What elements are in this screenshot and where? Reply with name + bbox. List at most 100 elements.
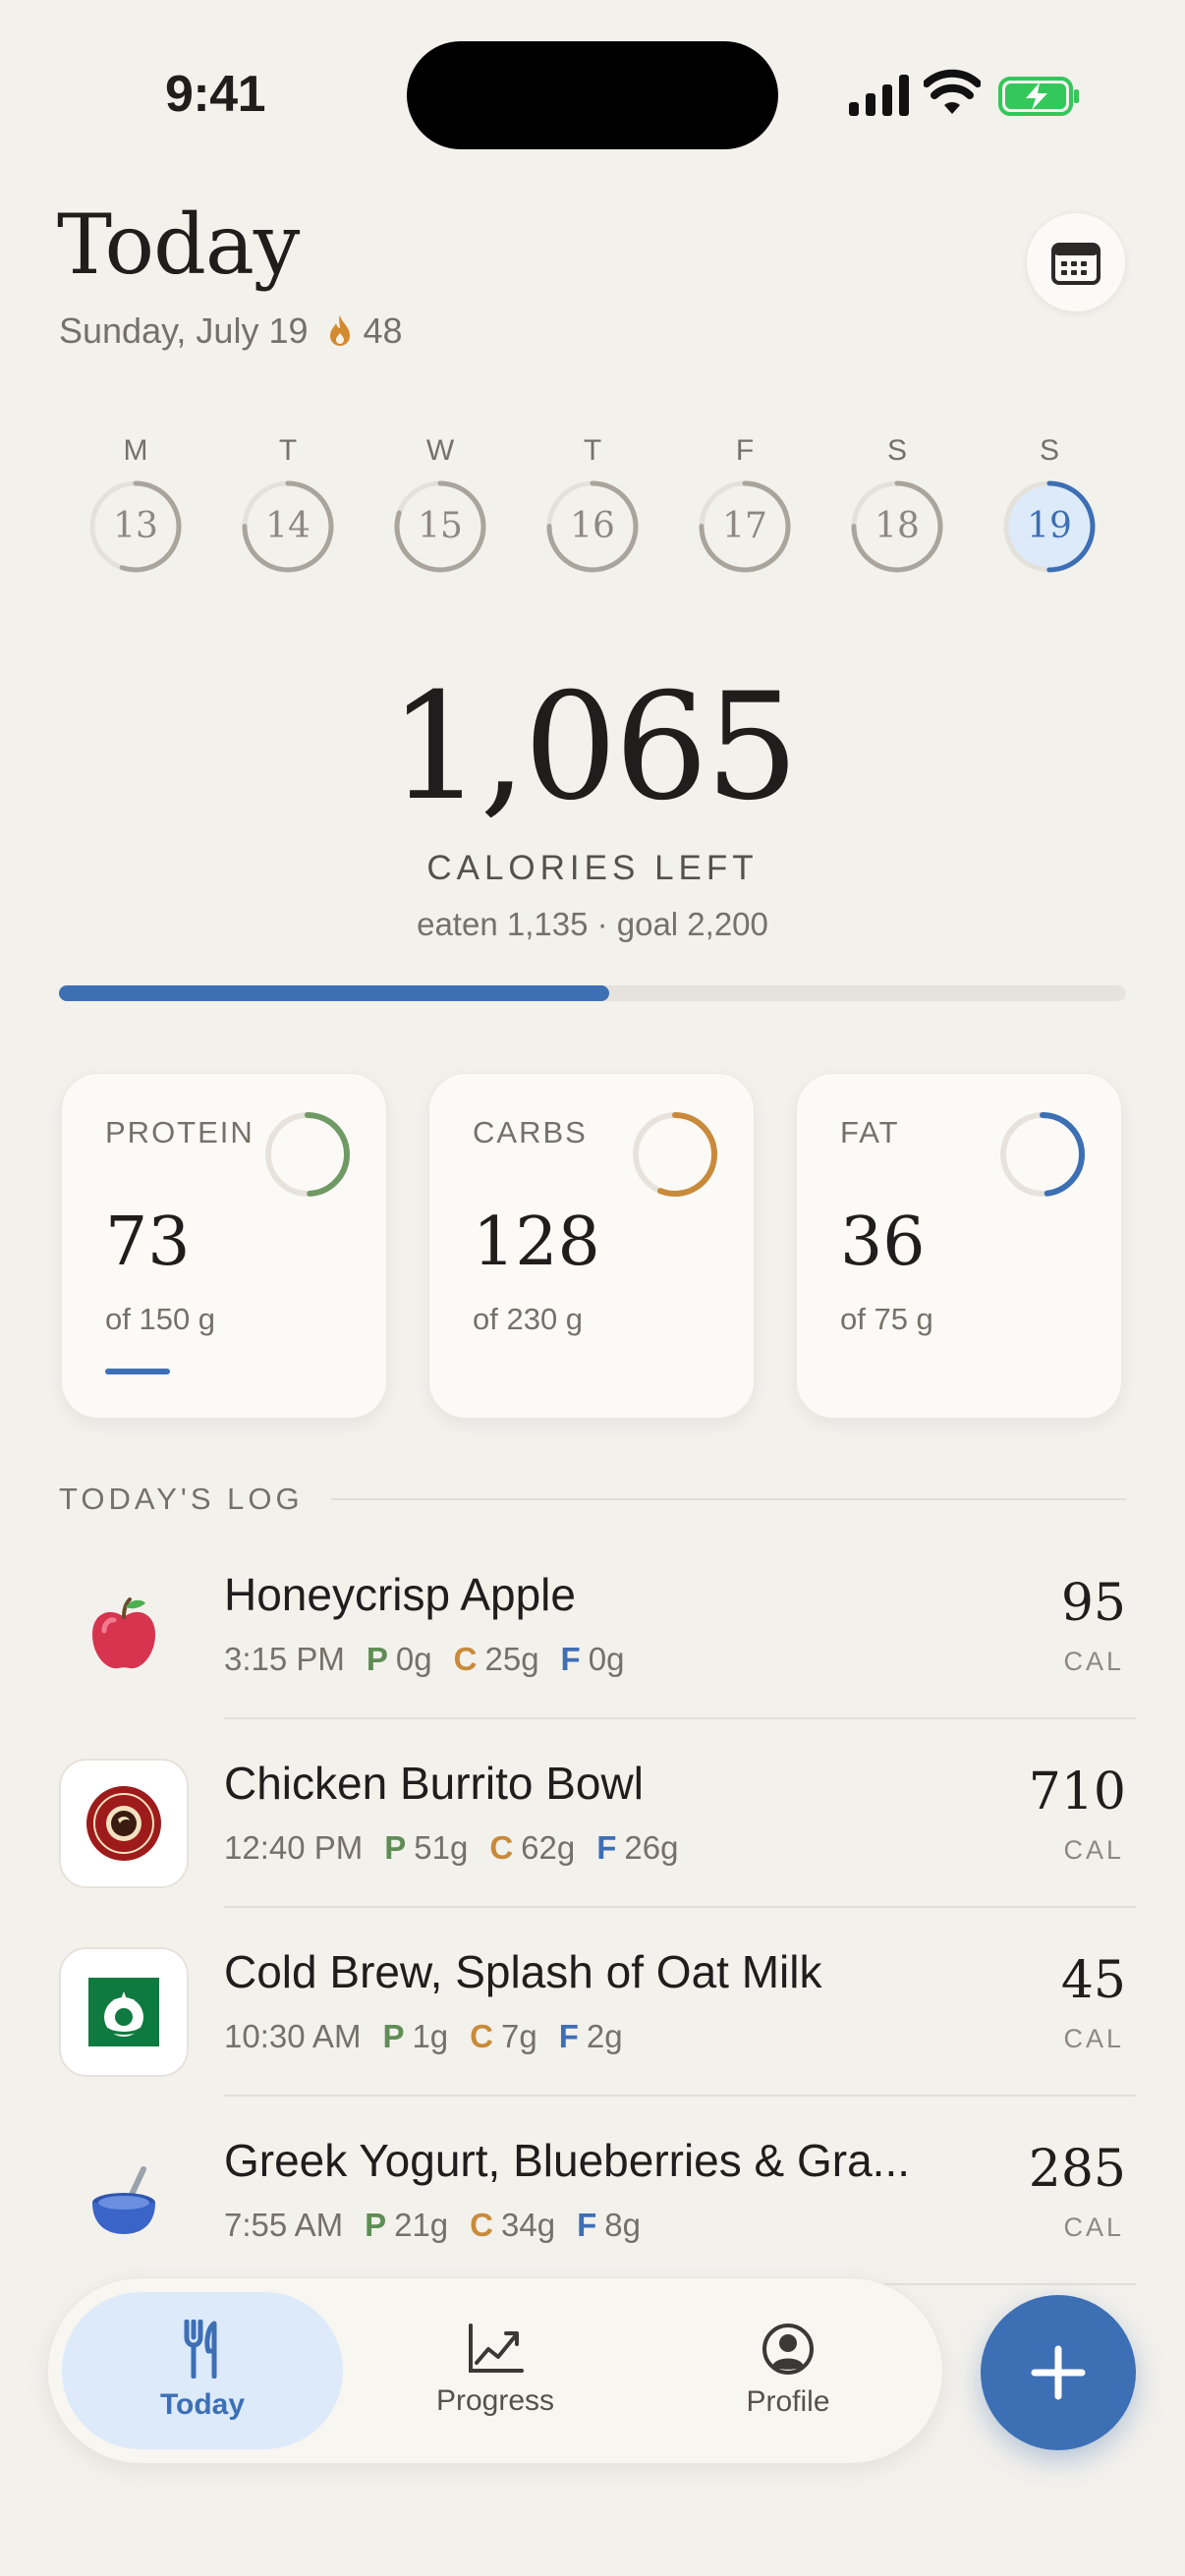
battery-charging-icon [998,77,1079,116]
tab-label: Profile [746,2385,830,2418]
log-section-header: TODAY'S LOG [59,1480,1126,1519]
log-item-honeycrisp-apple[interactable]: Honeycrisp Apple 3:15 PM P 0g C 25g F 0g 95… [0,1531,1185,1719]
fat-amount: F 0g [561,1641,625,1678]
macro-name: CARBS [473,1115,588,1149]
week-day-14[interactable]: T 14 [229,428,347,595]
log-item-meta: 12:40 PM P 51g C 62g F 26g [224,1829,678,1867]
macro-goal: of 75 g [840,1302,933,1336]
log-item-time: 12:40 PM [224,1829,364,1866]
day-progress-ring: 14 [239,477,337,576]
fat-amount: F 8g [577,2207,641,2244]
macro-value: 128 [473,1204,600,1281]
log-item-name: Cold Brew, Splash of Oat Milk [224,1946,822,1997]
date-line: Sunday, July 19 48 [59,310,403,352]
calories-left-label: CALORIES LEFT [426,849,759,887]
calorie-unit: CAL [1063,1835,1124,1865]
week-strip: M 13 T 14 W 15 T 16 F 17 S 18 S 19 [77,428,1108,595]
protein-value: 51g [414,1829,469,1866]
fat-letter: F [596,1829,617,1866]
chart-icon [469,2324,524,2373]
macro-card-protein[interactable]: PROTEIN 73 of 150 g [61,1073,387,1419]
carbs-amount: C 7g [470,2018,537,2055]
log-title: TODAY'S LOG [59,1482,304,1516]
fat-progress-ring [1000,1112,1085,1197]
week-day-18[interactable]: S 18 [838,428,956,595]
protein-amount: P 1g [382,2018,448,2055]
macro-name: FAT [840,1115,900,1149]
log-item-calories: 95 [1060,1574,1126,1633]
streak-badge: 48 [326,310,403,352]
protein-value: 1g [412,2018,449,2054]
log-item-time: 10:30 AM [224,2018,362,2054]
log-item-time: 7:55 AM [224,2207,344,2243]
week-day-19[interactable]: S 19 [990,428,1108,595]
add-food-button[interactable] [981,2295,1136,2450]
carbs-amount: C 62g [489,1829,575,1867]
week-day-13[interactable]: M 13 [77,428,195,595]
apple-icon [59,1570,189,1700]
day-number: 15 [418,506,463,546]
protein-amount: P 51g [384,1829,468,1867]
protein-letter: P [382,2018,405,2054]
log-item-calories: 710 [1028,1763,1126,1821]
flame-icon [329,315,350,346]
protein-value: 21g [394,2207,449,2243]
log-item-calories: 45 [1060,1951,1126,2010]
tab-today[interactable]: Today [62,2292,343,2449]
tab-progress[interactable]: Progress [355,2292,636,2449]
macro-card-carbs[interactable]: CARBS 128 of 230 g [428,1073,755,1419]
calendar-button[interactable] [1026,212,1126,312]
fat-letter: F [558,2018,579,2054]
log-item-meta: 7:55 AM P 21g C 34g F 8g [224,2207,641,2244]
starbucks-logo [59,1947,189,2077]
status-bar: 9:41 [0,0,1185,187]
log-item-name: Honeycrisp Apple [224,1569,576,1620]
macro-card-fat[interactable]: FAT 36 of 75 g [796,1073,1122,1419]
log-item-greek-yogurt[interactable]: Greek Yogurt, Blueberries & Gra... 7:55 … [0,2097,1185,2285]
protein-letter: P [365,2207,387,2243]
day-letter: W [425,434,455,467]
status-time: 9:41 [165,66,266,123]
carbs-letter: C [453,1641,478,1677]
log-item-meta: 3:15 PM P 0g C 25g F 0g [224,1641,624,1678]
page-title: Today [57,196,300,293]
calorie-progress-fill [59,985,610,1001]
protein-letter: P [384,1829,407,1866]
macro-name: PROTEIN [105,1115,254,1149]
calorie-progress-bar [59,985,1126,1001]
fat-value: 2g [586,2018,623,2054]
carbs-letter: C [470,2018,494,2054]
macro-goal: of 230 g [473,1302,584,1336]
day-progress-ring: 19 [1000,477,1099,576]
streak-count: 48 [363,310,403,351]
week-day-15[interactable]: W 15 [381,428,499,595]
plus-icon [1031,2345,1086,2400]
carbs-value: 34g [501,2207,556,2243]
log-item-cold-brew[interactable]: Cold Brew, Splash of Oat Milk 10:30 AM P… [0,1908,1185,2097]
day-letter: S [1039,434,1059,467]
week-day-16[interactable]: T 16 [534,428,651,595]
current-date: Sunday, July 19 [59,310,309,351]
protein-amount: P 21g [365,2207,448,2244]
divider [330,1498,1126,1500]
day-progress-ring: 15 [391,477,489,576]
macro-goal: of 150 g [105,1302,216,1336]
day-letter: T [583,434,602,467]
protein-amount: P 0g [367,1641,432,1678]
log-item-chicken-burrito-bowl[interactable]: Chicken Burrito Bowl 12:40 PM P 51g C 62g … [0,1719,1185,1908]
fat-amount: F 2g [559,2018,623,2055]
day-progress-ring: 16 [543,477,642,576]
selected-indicator [105,1369,170,1374]
week-day-17[interactable]: F 17 [686,428,804,595]
wifi-icon [924,69,981,114]
day-number: 13 [113,506,158,546]
fat-amount: F 26g [596,1829,678,1867]
log-item-meta: 10:30 AM P 1g C 7g F 2g [224,2018,623,2055]
carbs-value: 7g [501,2018,537,2054]
day-letter: T [278,434,298,467]
tab-profile[interactable]: Profile [648,2292,929,2449]
calendar-icon [1051,243,1100,285]
log-item-time: 3:15 PM [224,1641,345,1677]
day-number: 17 [722,506,767,546]
day-progress-ring: 17 [696,477,794,576]
